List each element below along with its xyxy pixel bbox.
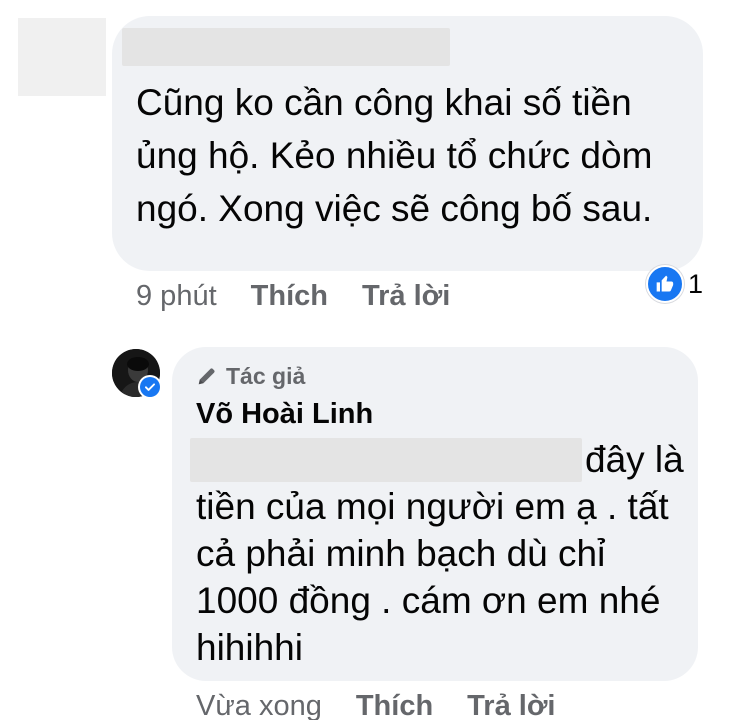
comment-text: Cũng ko cần công khai số tiền ủng hộ. Kẻ… [136, 82, 653, 229]
reaction-count: 1 [688, 268, 704, 299]
author-tag: Tác giả [196, 361, 305, 391]
reply-timestamp[interactable]: Vừa xong [196, 690, 322, 720]
reply-reply-button[interactable]: Trả lời [467, 690, 555, 720]
commenter-avatar-blurred[interactable] [18, 18, 106, 96]
comment-reaction-summary[interactable]: 1 [646, 265, 704, 303]
reply-like-button[interactable]: Thích [356, 690, 433, 720]
author-tag-label: Tác giả [226, 362, 306, 389]
pencil-icon [196, 365, 218, 387]
thumbs-up-icon [646, 265, 684, 303]
reply-actions: Vừa xong Thích Trả lời [196, 686, 590, 720]
reply-text-block: đây là tiền của mọi người em ạ . tất cả … [196, 436, 690, 671]
comment-timestamp[interactable]: 9 phút [136, 280, 217, 313]
comment-thread: Cũng ko cần công khai số tiền ủng hộ. Kẻ… [0, 0, 730, 720]
comment-like-button[interactable]: Thích [251, 280, 328, 313]
reply-author-name[interactable]: Võ Hoài Linh [196, 398, 373, 431]
verified-badge-icon [138, 375, 162, 399]
comment-actions: 9 phút Thích Trả lời [136, 276, 484, 316]
reply-text: đây là tiền của mọi người em ạ . tất cả … [196, 439, 684, 668]
redacted-commenter-name [122, 28, 450, 66]
comment-reply-button[interactable]: Trả lời [362, 280, 450, 313]
